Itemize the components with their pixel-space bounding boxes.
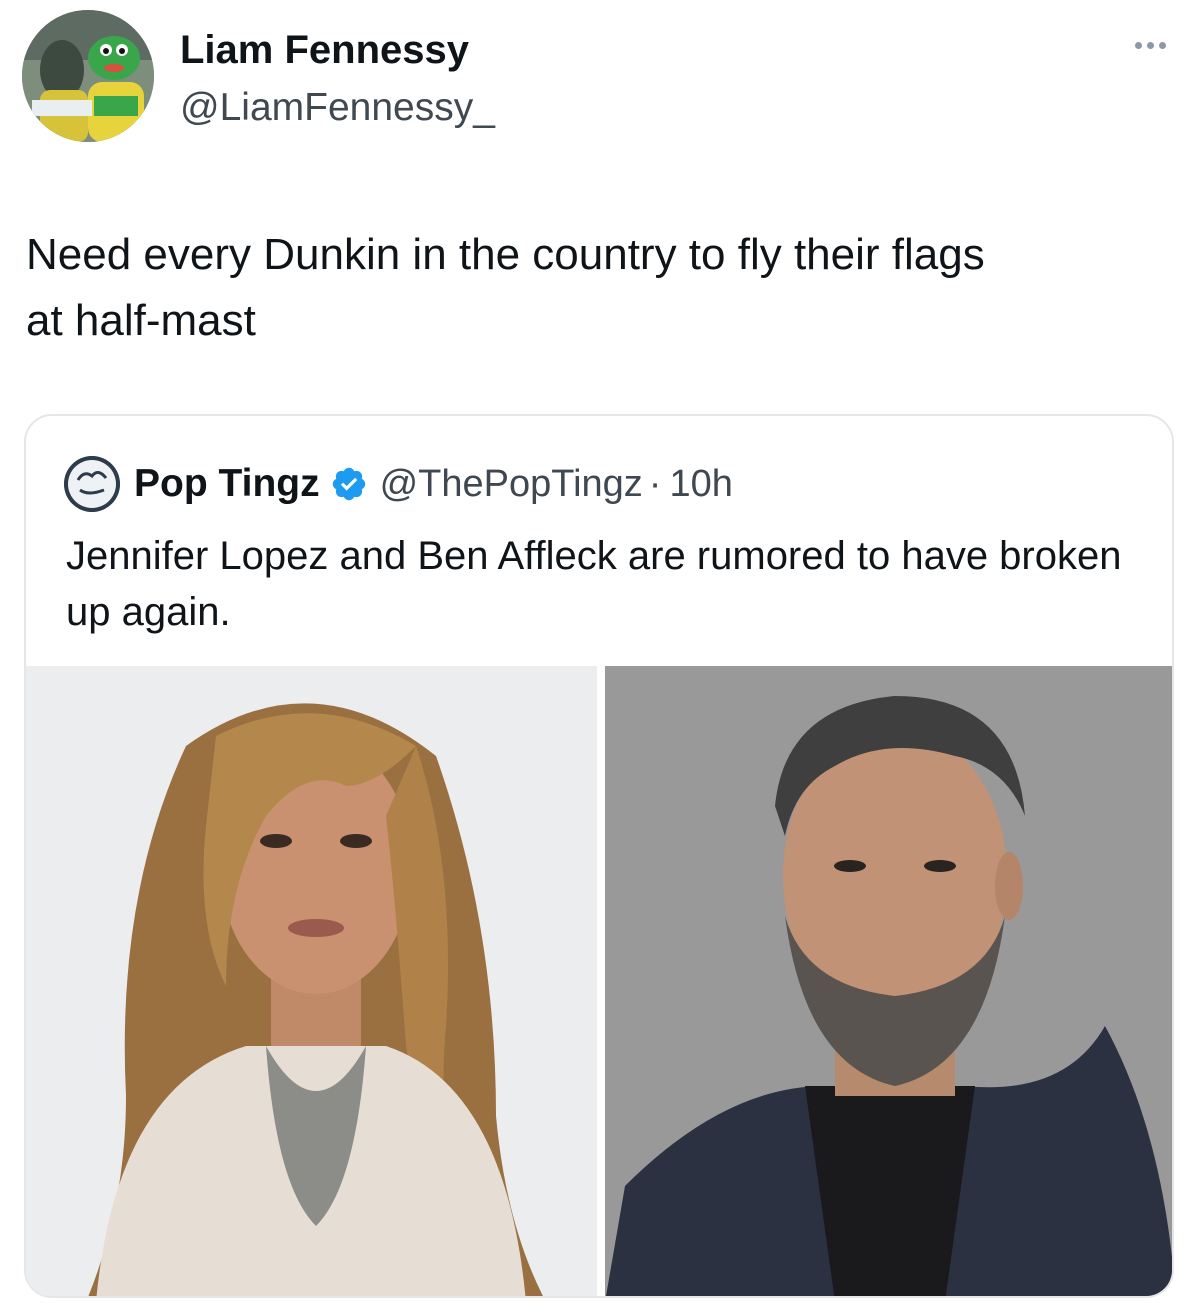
photo-man-portrait[interactable] [605, 666, 1172, 1296]
separator-dot: · [648, 462, 662, 505]
quoted-tweet-card[interactable]: Pop Tingz @ThePopTingz · 10h Jennifer Lo… [24, 414, 1174, 1298]
verified-badge-icon [332, 467, 365, 501]
quoted-timestamp[interactable]: 10h [669, 463, 732, 506]
more-dot [1134, 41, 1142, 49]
mascot-avatar-icon [22, 10, 154, 142]
author-avatar[interactable] [22, 10, 154, 142]
quoted-author-handle[interactable]: @ThePopTingz [380, 463, 643, 506]
author-name[interactable]: Liam Fennessy [180, 28, 469, 72]
quoted-tweet-header: Pop Tingz @ThePopTingz · 10h [64, 456, 733, 512]
more-dot [1158, 41, 1166, 49]
photo-woman-portrait[interactable] [26, 666, 597, 1296]
quoted-author-name[interactable]: Pop Tingz [134, 462, 320, 506]
quoted-tweet-text: Jennifer Lopez and Ben Affleck are rumor… [66, 534, 1122, 634]
author-handle[interactable]: @LiamFennessy_ [180, 86, 495, 130]
quoted-media-grid [26, 666, 1172, 1296]
pop-tingz-logo-icon[interactable] [64, 456, 120, 512]
more-horizontal-icon[interactable] [1128, 30, 1172, 60]
more-dot [1146, 41, 1154, 49]
tweet-text: Need every Dunkin in the country to fly … [26, 230, 985, 345]
